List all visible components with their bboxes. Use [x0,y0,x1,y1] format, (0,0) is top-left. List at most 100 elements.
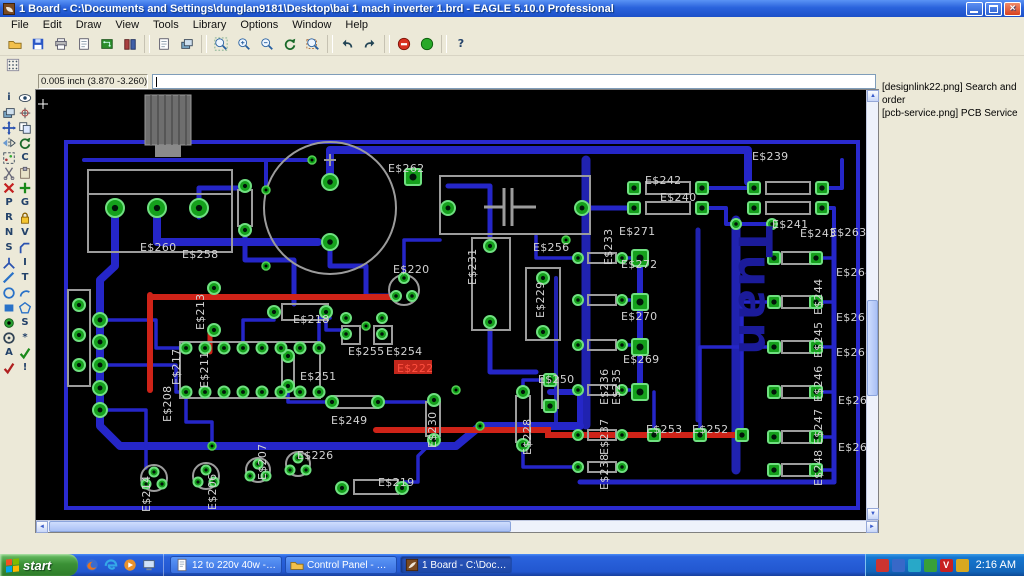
tool-pinswap[interactable]: P [1,195,17,210]
menu-edit[interactable]: Edit [36,18,69,32]
zoom-out-button[interactable] [256,33,278,54]
tool-group[interactable] [1,150,17,165]
minimize-button[interactable] [966,1,983,16]
print-button[interactable] [50,33,72,54]
vietkey-icon[interactable]: V [939,558,953,572]
tool-invoke[interactable]: I [17,255,33,270]
tool-errors[interactable]: ! [17,360,33,375]
tool-add[interactable] [17,180,33,195]
show-desktop-icon[interactable] [141,557,157,573]
start-button[interactable]: start [0,554,78,576]
tool-cut[interactable] [1,165,17,180]
scroll-right-icon[interactable]: ► [866,521,878,533]
tool-display[interactable] [1,105,17,120]
menu-options[interactable]: Options [233,18,285,32]
horizontal-scrollbar[interactable]: ◄ ► [36,520,878,533]
stop-button[interactable] [393,33,415,54]
tool-arc[interactable] [17,285,33,300]
tool-info[interactable]: i [1,90,17,105]
zoom-in-button[interactable] [233,33,255,54]
tray-icon-blue[interactable] [891,558,905,572]
tool-signal[interactable]: S [17,315,33,330]
menu-file[interactable]: File [4,18,36,32]
menu-draw[interactable]: Draw [69,18,109,32]
vertical-scrollbar[interactable]: ▲ ▼ [866,90,879,520]
tool-circle[interactable] [1,285,17,300]
tool-paste[interactable] [17,165,33,180]
tool-mark[interactable] [17,105,33,120]
tray-icon-red[interactable] [875,558,889,572]
tool-rect[interactable] [1,300,17,315]
help-button[interactable]: ? [450,33,472,54]
tool-mirror[interactable] [1,135,17,150]
tool-miter[interactable] [17,240,33,255]
tool-hole[interactable] [1,330,17,345]
firefox-icon[interactable] [84,557,100,573]
open-button[interactable] [4,33,26,54]
scroll-down-icon[interactable]: ▼ [867,508,879,520]
tool-move[interactable] [1,120,17,135]
undo-button[interactable] [336,33,358,54]
save-button[interactable] [27,33,49,54]
board-label: E$220 [393,263,430,276]
taskbar-task[interactable]: 1 Board - C:\Docume... [400,556,512,574]
display-layers-button[interactable] [176,33,198,54]
board-label: E$244 [812,278,825,315]
tray-icon-yellow[interactable] [955,558,969,572]
tool-text[interactable]: T [17,270,33,285]
menu-view[interactable]: View [108,18,146,32]
tool-erc[interactable] [17,345,33,360]
tool-auto[interactable]: A [1,345,17,360]
tool-smash[interactable]: S [1,240,17,255]
tool-gateswap[interactable]: G [17,195,33,210]
close-button[interactable]: × [1004,1,1021,16]
pcb-service-ad[interactable]: [pcb-service.png] PCB Service [882,107,1021,120]
scroll-up-icon[interactable]: ▲ [867,90,879,102]
scroll-left-icon[interactable]: ◄ [36,521,48,533]
designlink-ad[interactable]: [designlink22.png] Search and order [882,81,1021,107]
media-player-icon[interactable] [122,557,138,573]
tool-via[interactable] [1,315,17,330]
system-tray: V 2:16 AM [864,554,1024,576]
taskbar-task[interactable]: Control Panel - C:\Pr... [285,556,397,574]
menu-window[interactable]: Window [285,18,338,32]
command-input[interactable] [152,74,876,89]
tool-lock[interactable] [17,210,33,225]
board-label: E$213 [194,293,207,330]
vertical-scroll-thumb[interactable] [867,300,878,396]
tray-icon-teal[interactable] [907,558,921,572]
grid-button[interactable] [3,56,23,73]
tool-show[interactable] [17,90,33,105]
tray-icon-green[interactable] [923,558,937,572]
menu-library[interactable]: Library [186,18,234,32]
zoom-select-button[interactable] [302,33,324,54]
tool-change[interactable]: C [17,150,33,165]
zoom-fit-button[interactable] [210,33,232,54]
zoom-redraw-button[interactable] [279,33,301,54]
switch-editor-button[interactable] [96,33,118,54]
board-label: E$272 [621,258,658,271]
tool-rotate[interactable] [17,135,33,150]
script-button[interactable] [153,33,175,54]
tool-replace[interactable]: R [1,210,17,225]
taskbar-task[interactable]: 12 to 220v 40w - Pag... [170,556,282,574]
internet-explorer-icon[interactable] [103,557,119,573]
tool-copy[interactable] [17,120,33,135]
tool-ratsnest[interactable]: * [17,330,33,345]
tool-split[interactable] [1,255,17,270]
tool-polygon[interactable] [17,300,33,315]
horizontal-scroll-thumb[interactable] [49,521,511,532]
tool-wire[interactable] [1,270,17,285]
menu-tools[interactable]: Tools [146,18,186,32]
tool-name[interactable]: N [1,225,17,240]
tool-value[interactable]: V [17,225,33,240]
menu-help[interactable]: Help [338,18,375,32]
use-library-button[interactable] [119,33,141,54]
redo-button[interactable] [359,33,381,54]
go-button[interactable] [416,33,438,54]
board-canvas[interactable]: Tuan E$262 E$239 E$242 E$240 E$241 E$243 E$263… [35,89,879,533]
maximize-button[interactable] [985,1,1002,16]
tool-delete[interactable] [1,180,17,195]
tool-drc[interactable] [1,360,17,375]
cam-processor-button[interactable] [73,33,95,54]
